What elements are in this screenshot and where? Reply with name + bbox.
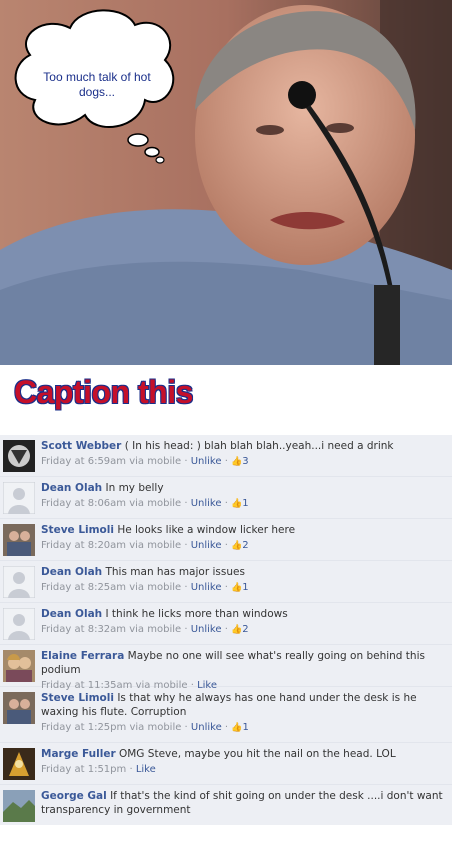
comment-author[interactable]: Steve Limoli: [41, 692, 114, 704]
avatar[interactable]: [3, 524, 35, 556]
like-count[interactable]: 1: [242, 582, 248, 593]
comment-time[interactable]: Friday at 8:06am: [41, 498, 126, 509]
comment-via: via mobile: [129, 540, 182, 551]
comment-item: Dean Olah This man has major issues Frid…: [0, 561, 452, 603]
comment-time[interactable]: Friday at 1:25pm: [41, 722, 126, 733]
thumbs-up-icon: 👍: [231, 541, 243, 551]
thumbs-up-icon: 👍: [231, 457, 243, 467]
comment-feed: Scott Webber ( In his head: ) blah blah …: [0, 435, 452, 825]
comment-via: via mobile: [129, 624, 182, 635]
unlike-link[interactable]: Unlike: [191, 540, 222, 551]
like-count[interactable]: 2: [242, 624, 248, 635]
comment-author[interactable]: Elaine Ferrara: [41, 650, 124, 662]
like-count[interactable]: 1: [243, 722, 249, 733]
comment-author[interactable]: Marge Fuller: [41, 748, 116, 760]
comment-author[interactable]: Dean Olah: [41, 482, 102, 494]
thumbs-up-icon: 👍: [231, 499, 243, 509]
unlike-link[interactable]: Unlike: [191, 722, 222, 733]
avatar[interactable]: [3, 482, 35, 514]
thumbs-up-icon: 👍: [231, 625, 243, 635]
comment-via: via mobile: [129, 722, 182, 733]
comment-text: OMG Steve, maybe you hit the nail on the…: [118, 748, 396, 760]
like-count[interactable]: 1: [242, 498, 248, 509]
unlike-link[interactable]: Unlike: [191, 582, 222, 593]
comment-author[interactable]: Steve Limoli: [41, 524, 114, 536]
comment-author[interactable]: George Gal: [41, 790, 107, 802]
comment-text: I think he licks more than windows: [105, 608, 288, 620]
avatar[interactable]: [3, 650, 35, 682]
comment-text: He looks like a window licker here: [117, 524, 296, 536]
comment-item: Scott Webber ( In his head: ) blah blah …: [0, 435, 452, 477]
comment-via: via mobile: [129, 582, 182, 593]
photo-illustration: [0, 0, 452, 365]
avatar[interactable]: [3, 608, 35, 640]
comment-via: via mobile: [129, 456, 182, 467]
comment-item: Dean Olah In my belly Friday at 8:06am v…: [0, 477, 452, 519]
unlike-link[interactable]: Unlike: [191, 498, 222, 509]
comment-author[interactable]: Scott Webber: [41, 440, 121, 452]
comment-text: In my belly: [105, 482, 164, 494]
thumbs-up-icon: 👍: [231, 723, 243, 733]
avatar[interactable]: [3, 790, 35, 822]
avatar[interactable]: [3, 440, 35, 472]
like-count[interactable]: 2: [242, 540, 248, 551]
thought-bubble-text: Too much talk of hot dogs...: [43, 70, 151, 99]
thumbs-up-icon: 👍: [231, 583, 243, 593]
comment-time[interactable]: Friday at 8:20am: [41, 540, 126, 551]
comment-item: Dean Olah I think he licks more than win…: [0, 603, 452, 645]
comment-text: This man has major issues: [105, 566, 245, 578]
comment-item: Steve Limoli Is that why he always has o…: [0, 687, 452, 743]
unlike-link[interactable]: Unlike: [191, 624, 222, 635]
comment-item: Elaine Ferrara Maybe no one will see wha…: [0, 645, 452, 691]
avatar[interactable]: [3, 748, 35, 780]
caption-title: Caption this: [14, 374, 193, 410]
meme-photo: Too much talk of hot dogs...: [0, 0, 452, 365]
avatar[interactable]: [3, 692, 35, 724]
comment-time[interactable]: Friday at 8:32am: [41, 624, 126, 635]
like-link[interactable]: Like: [136, 764, 156, 775]
avatar[interactable]: [3, 566, 35, 598]
comment-via: via mobile: [129, 498, 182, 509]
comment-time[interactable]: Friday at 1:51pm: [41, 764, 126, 775]
comment-time[interactable]: Friday at 8:25am: [41, 582, 126, 593]
like-count[interactable]: 3: [242, 456, 248, 467]
comment-text: ( In his head: ) blah blah blah..yeah...…: [124, 440, 394, 452]
comment-author[interactable]: Dean Olah: [41, 566, 102, 578]
unlike-link[interactable]: Unlike: [191, 456, 222, 467]
comment-author[interactable]: Dean Olah: [41, 608, 102, 620]
comment-item: Marge Fuller OMG Steve, maybe you hit th…: [0, 743, 452, 785]
comment-time[interactable]: Friday at 6:59am: [41, 456, 126, 467]
comment-item: George Gal If that's the kind of shit go…: [0, 785, 452, 825]
comment-item: Steve Limoli He looks like a window lick…: [0, 519, 452, 561]
